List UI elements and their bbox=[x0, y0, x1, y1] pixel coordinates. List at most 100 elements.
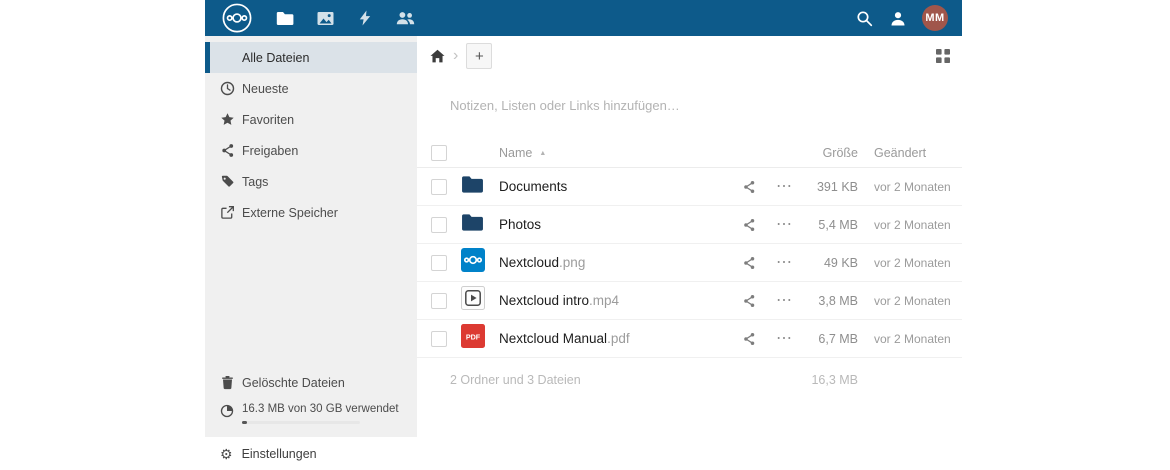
column-header-modified[interactable]: Geändert bbox=[862, 146, 962, 160]
summary-count: 2 Ordner und 3 Dateien bbox=[417, 373, 732, 387]
app-navigation bbox=[265, 0, 425, 36]
grid-view-icon[interactable] bbox=[936, 49, 950, 63]
file-ext: .pdf bbox=[607, 331, 630, 346]
table-summary: 2 Ordner und 3 Dateien 16,3 MB bbox=[417, 358, 962, 402]
video-file-icon bbox=[461, 286, 485, 315]
quota-label: 16.3 MB von 30 GB verwendet bbox=[242, 402, 399, 417]
file-row[interactable]: Documents ⋯ 391 KB vor 2 Monaten bbox=[417, 168, 962, 206]
sidebar-item-label: Gelöschte Dateien bbox=[242, 376, 345, 390]
row-checkbox[interactable] bbox=[431, 293, 447, 309]
more-actions-icon[interactable]: ⋯ bbox=[776, 255, 792, 271]
breadcrumb: › + bbox=[417, 36, 962, 70]
sidebar-item-alle-dateien[interactable]: Alle Dateien bbox=[205, 42, 417, 73]
name-header-label: Name bbox=[499, 146, 532, 160]
sidebar-item-label: Tags bbox=[242, 175, 268, 189]
file-row[interactable]: PDF Nextcloud Manual.pdf ⋯ 6,7 MB vor 2 … bbox=[417, 320, 962, 358]
external-storage-icon bbox=[220, 205, 242, 220]
file-modified: vor 2 Monaten bbox=[862, 256, 962, 270]
search-icon[interactable] bbox=[854, 8, 874, 28]
row-checkbox[interactable] bbox=[431, 217, 447, 233]
file-table: Name▲ Größe Geändert Documents bbox=[417, 138, 962, 402]
contacts-menu-icon[interactable] bbox=[888, 8, 908, 28]
home-icon[interactable] bbox=[430, 49, 445, 63]
sidebar-item-neueste[interactable]: Neueste bbox=[205, 73, 417, 104]
file-row[interactable]: Photos ⋯ 5,4 MB vor 2 Monaten bbox=[417, 206, 962, 244]
more-actions-icon[interactable]: ⋯ bbox=[776, 217, 792, 233]
folder-icon bbox=[461, 175, 484, 199]
chevron-right-icon: › bbox=[453, 48, 458, 64]
row-checkbox[interactable] bbox=[431, 331, 447, 347]
screen: MM Alle Dateien Neueste bbox=[0, 0, 1170, 470]
file-modified: vor 2 Monaten bbox=[862, 294, 962, 308]
column-header-size[interactable]: Größe bbox=[802, 146, 862, 160]
share-icon bbox=[220, 143, 242, 158]
new-button[interactable]: + bbox=[466, 43, 492, 69]
file-name: Nextcloud bbox=[499, 255, 559, 270]
avatar[interactable]: MM bbox=[922, 5, 948, 31]
file-row[interactable]: Nextcloud intro.mp4 ⋯ 3,8 MB vor 2 Monat… bbox=[417, 282, 962, 320]
file-ext: .mp4 bbox=[589, 293, 619, 308]
file-name: Nextcloud Manual bbox=[499, 331, 607, 346]
sidebar-bottom: Gelöschte Dateien 16.3 MB von 30 GB verw… bbox=[205, 367, 417, 437]
nextcloud-window: MM Alle Dateien Neueste bbox=[205, 0, 962, 470]
sidebar-item-favoriten[interactable]: Favoriten bbox=[205, 104, 417, 135]
quota-indicator: 16.3 MB von 30 GB verwendet bbox=[205, 398, 417, 429]
sidebar-item-externe-speicher[interactable]: Externe Speicher bbox=[205, 197, 417, 228]
file-size: 3,8 MB bbox=[802, 294, 862, 308]
quota-progress-bar bbox=[242, 421, 360, 424]
top-bar: MM bbox=[205, 0, 962, 36]
share-icon[interactable] bbox=[732, 332, 766, 346]
sidebar-item-freigaben[interactable]: Freigaben bbox=[205, 135, 417, 166]
files-app-icon[interactable] bbox=[265, 0, 305, 36]
nextcloud-image-file-icon bbox=[461, 248, 485, 277]
gallery-app-icon[interactable] bbox=[305, 0, 345, 36]
file-name: Documents bbox=[499, 179, 567, 194]
notes-placeholder[interactable]: Notizen, Listen oder Links hinzufügen… bbox=[450, 98, 962, 116]
sidebar: Alle Dateien Neueste bbox=[205, 36, 417, 437]
file-modified: vor 2 Monaten bbox=[862, 180, 962, 194]
select-all-checkbox[interactable] bbox=[431, 145, 447, 161]
gear-icon: ⚙ bbox=[220, 447, 233, 461]
settings-label: Einstellungen bbox=[242, 447, 317, 461]
file-size: 49 KB bbox=[802, 256, 862, 270]
nextcloud-logo-icon[interactable] bbox=[222, 3, 252, 33]
column-header-name[interactable]: Name▲ bbox=[499, 146, 732, 160]
svg-text:PDF: PDF bbox=[466, 333, 481, 342]
contacts-app-icon[interactable] bbox=[385, 0, 425, 36]
sidebar-item-tags[interactable]: Tags bbox=[205, 166, 417, 197]
sidebar-item-label: Favoriten bbox=[242, 113, 294, 127]
quota-progress-fill bbox=[242, 421, 247, 424]
activity-app-icon[interactable] bbox=[345, 0, 385, 36]
share-icon[interactable] bbox=[732, 180, 766, 194]
sidebar-nav: Alle Dateien Neueste bbox=[205, 36, 417, 228]
share-icon[interactable] bbox=[732, 256, 766, 270]
star-icon bbox=[220, 112, 242, 127]
settings-button[interactable]: ⚙ Einstellungen bbox=[205, 437, 417, 470]
row-checkbox[interactable] bbox=[431, 255, 447, 271]
file-modified: vor 2 Monaten bbox=[862, 332, 962, 346]
file-row[interactable]: Nextcloud.png ⋯ 49 KB vor 2 Monaten bbox=[417, 244, 962, 282]
more-actions-icon[interactable]: ⋯ bbox=[776, 179, 792, 195]
sidebar-item-label: Neueste bbox=[242, 82, 289, 96]
files-main: › + Notizen, Listen oder Links hinzufüge… bbox=[417, 36, 962, 470]
folder-icon bbox=[461, 213, 484, 237]
file-name: Photos bbox=[499, 217, 541, 232]
file-name: Nextcloud intro bbox=[499, 293, 589, 308]
topbar-right: MM bbox=[854, 5, 962, 31]
plus-icon: + bbox=[475, 48, 484, 65]
sidebar-item-label: Freigaben bbox=[242, 144, 298, 158]
row-checkbox[interactable] bbox=[431, 179, 447, 195]
more-actions-icon[interactable]: ⋯ bbox=[776, 293, 792, 309]
trash-icon bbox=[220, 375, 242, 390]
pdf-file-icon: PDF bbox=[461, 324, 485, 353]
more-actions-icon[interactable]: ⋯ bbox=[776, 331, 792, 347]
quota-icon bbox=[220, 404, 242, 418]
table-header: Name▲ Größe Geändert bbox=[417, 138, 962, 168]
share-icon[interactable] bbox=[732, 294, 766, 308]
sidebar-item-label: Externe Speicher bbox=[242, 206, 338, 220]
file-size: 5,4 MB bbox=[802, 218, 862, 232]
quota-text: 16.3 MB von 30 GB verwendet bbox=[242, 402, 399, 424]
sidebar-item-geloeschte-dateien[interactable]: Gelöschte Dateien bbox=[205, 367, 417, 398]
share-icon[interactable] bbox=[732, 218, 766, 232]
file-size: 6,7 MB bbox=[802, 332, 862, 346]
